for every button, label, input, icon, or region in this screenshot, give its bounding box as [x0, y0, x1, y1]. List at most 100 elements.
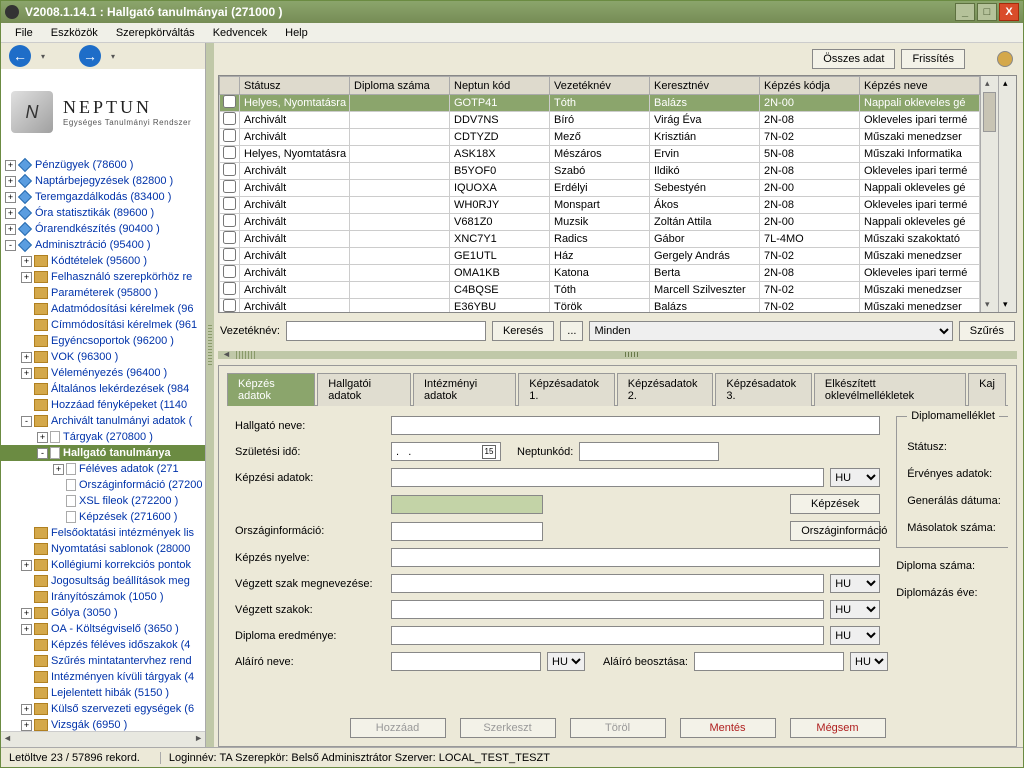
input-hallgato-neve[interactable]	[391, 416, 880, 435]
tree-node[interactable]: Nyomtatási sablonok (28000	[1, 541, 205, 557]
add-button[interactable]: Hozzáad	[350, 718, 446, 738]
tree-node[interactable]: Általános lekérdezések (984	[1, 381, 205, 397]
row-checkbox[interactable]	[223, 197, 236, 210]
calendar-icon[interactable]	[482, 445, 496, 459]
tree-node[interactable]: Egyéncsoportok (96200 )	[1, 333, 205, 349]
kepzesek-button[interactable]: Képzések	[790, 494, 880, 514]
nav-tree[interactable]: +Pénzügyek (78600 )+Naptárbejegyzések (8…	[1, 155, 205, 731]
col-header[interactable]: Képzés kódja	[760, 77, 860, 95]
tree-node[interactable]: Felsőoktatási intézmények lis	[1, 525, 205, 541]
row-checkbox[interactable]	[223, 180, 236, 193]
table-row[interactable]: ArchiváltGE1UTLHázGergely András7N-02Műs…	[220, 248, 980, 265]
col-header[interactable]: Státusz	[240, 77, 350, 95]
tab[interactable]: Elkészített oklevélmellékletek	[814, 373, 966, 406]
row-checkbox[interactable]	[223, 299, 236, 312]
input-vegzett-szak-meg[interactable]	[391, 574, 824, 593]
nav-back-menu[interactable]	[39, 50, 45, 62]
col-header[interactable]: Képzés neve	[860, 77, 980, 95]
grid-selector-scroll[interactable]	[998, 76, 1016, 312]
nav-forward-button[interactable]: →	[79, 45, 101, 67]
input-diploma-eredmenye[interactable]	[391, 626, 824, 645]
tree-node[interactable]: Képzések (271600 )	[1, 509, 205, 525]
tree-node[interactable]: +Kollégiumi korrekciós pontok	[1, 557, 205, 573]
delete-button[interactable]: Töröl	[570, 718, 666, 738]
tree-node[interactable]: Adatmódosítási kérelmek (96	[1, 301, 205, 317]
tree-node[interactable]: Irányítószámok (1050 )	[1, 589, 205, 605]
cancel-button[interactable]: Mégsem	[790, 718, 886, 738]
menu-eszközök[interactable]: Eszközök	[43, 25, 106, 41]
lang-kepzesi-adatok[interactable]: HU	[830, 468, 880, 487]
table-row[interactable]: Helyes, NyomtatásraGOTP41TóthBalázs2N-00…	[220, 95, 980, 112]
tree-node[interactable]: +Órarendkészítés (90400 )	[1, 221, 205, 237]
table-row[interactable]: ArchiváltOMA1KBKatonaBerta2N-08Okleveles…	[220, 265, 980, 282]
row-checkbox[interactable]	[223, 163, 236, 176]
maximize-button[interactable]: □	[977, 3, 997, 21]
tree-hscroll[interactable]	[1, 731, 205, 747]
search-input[interactable]	[286, 321, 486, 341]
col-header[interactable]: Vezetéknév	[550, 77, 650, 95]
menu-szerepkörváltás[interactable]: Szerepkörváltás	[108, 25, 203, 41]
input-alairo-neve[interactable]	[391, 652, 541, 671]
tree-node[interactable]: +Féléves adatok (271	[1, 461, 205, 477]
row-checkbox[interactable]	[223, 231, 236, 244]
tree-node[interactable]: +OA - Költségviselő (3650 )	[1, 621, 205, 637]
splitter-horizontal[interactable]: ◄	[218, 351, 1017, 359]
table-row[interactable]: ArchiváltIQUOXAErdélyiSebestyén2N-00Napp…	[220, 180, 980, 197]
input-vegzett-szakok[interactable]	[391, 600, 824, 619]
tree-node[interactable]: Hozzáad fényképeket (1140	[1, 397, 205, 413]
refresh-button[interactable]: Frissítés	[901, 49, 965, 69]
input-kepzesi-adatok[interactable]	[391, 468, 824, 487]
row-checkbox[interactable]	[223, 112, 236, 125]
search-button[interactable]: Keresés	[492, 321, 554, 341]
tree-node[interactable]: +Gólya (3050 )	[1, 605, 205, 621]
input-neptunkod[interactable]	[579, 442, 719, 461]
tree-node[interactable]: Lejelentett hibák (5150 )	[1, 685, 205, 701]
col-header[interactable]: Neptun kód	[450, 77, 550, 95]
input-szuletesi-ido[interactable]: . .	[391, 442, 501, 461]
lang-vegzett-szakok[interactable]: HU	[830, 600, 880, 619]
tab[interactable]: Kaj	[968, 373, 1006, 406]
tree-node[interactable]: +Teremgazdálkodás (83400 )	[1, 189, 205, 205]
table-row[interactable]: Helyes, NyomtatásraASK18XMészárosErvin5N…	[220, 146, 980, 163]
tree-node[interactable]: +VOK (96300 )	[1, 349, 205, 365]
menu-file[interactable]: File	[7, 25, 41, 41]
grid-vscroll[interactable]	[980, 76, 998, 312]
table-row[interactable]: ArchiváltCDTYZDMezőKrisztián7N-02Műszaki…	[220, 129, 980, 146]
minimize-button[interactable]: _	[955, 3, 975, 21]
tree-node[interactable]: +Óra statisztikák (89600 )	[1, 205, 205, 221]
tree-node[interactable]: -Adminisztráció (95400 )	[1, 237, 205, 253]
row-checkbox[interactable]	[223, 146, 236, 159]
tree-node[interactable]: +Tárgyak (270800 )	[1, 429, 205, 445]
edit-button[interactable]: Szerkeszt	[460, 718, 556, 738]
table-row[interactable]: ArchiváltWH0RJYMonspartÁkos2N-08Oklevele…	[220, 197, 980, 214]
tree-node[interactable]: Szűrés mintatantervhez rend	[1, 653, 205, 669]
tab[interactable]: Képzésadatok 2.	[617, 373, 714, 406]
row-checkbox[interactable]	[223, 95, 236, 108]
filter-button[interactable]: Szűrés	[959, 321, 1015, 341]
tree-node[interactable]: +Pénzügyek (78600 )	[1, 157, 205, 173]
tab[interactable]: Képzésadatok 1.	[518, 373, 615, 406]
tab[interactable]: Képzésadatok 3.	[715, 373, 812, 406]
save-button[interactable]: Mentés	[680, 718, 776, 738]
tab[interactable]: Képzés adatok	[227, 373, 315, 406]
search-more-button[interactable]: ...	[560, 321, 583, 341]
input-kepzes-nyelve[interactable]	[391, 548, 880, 567]
tree-node[interactable]: +Kódtételek (95600 )	[1, 253, 205, 269]
table-row[interactable]: ArchiváltDDV7NSBíróVirág Éva2N-08Oklevel…	[220, 112, 980, 129]
filter-select[interactable]: Minden	[589, 321, 952, 341]
tab[interactable]: Hallgatói adatok	[317, 373, 411, 406]
tree-node[interactable]: Paraméterek (95800 )	[1, 285, 205, 301]
tree-node[interactable]: +Vizsgák (6950 )	[1, 717, 205, 731]
lang-diploma-eredmenye[interactable]: HU	[830, 626, 880, 645]
lang-alairo-beosztasa[interactable]: HU	[850, 652, 888, 671]
input-kepzes-select[interactable]	[391, 495, 543, 514]
tree-node[interactable]: Országinformáció (27200	[1, 477, 205, 493]
input-orszaginformacio[interactable]	[391, 522, 543, 541]
menu-help[interactable]: Help	[277, 25, 316, 41]
tree-node[interactable]: -Hallgató tanulmánya	[1, 445, 205, 461]
row-checkbox[interactable]	[223, 282, 236, 295]
data-grid[interactable]: StátuszDiploma számaNeptun kódVezetéknév…	[218, 75, 1017, 313]
nav-forward-menu[interactable]	[109, 50, 115, 62]
all-data-button[interactable]: Összes adat	[812, 49, 895, 69]
splitter-vertical[interactable]	[206, 43, 214, 747]
